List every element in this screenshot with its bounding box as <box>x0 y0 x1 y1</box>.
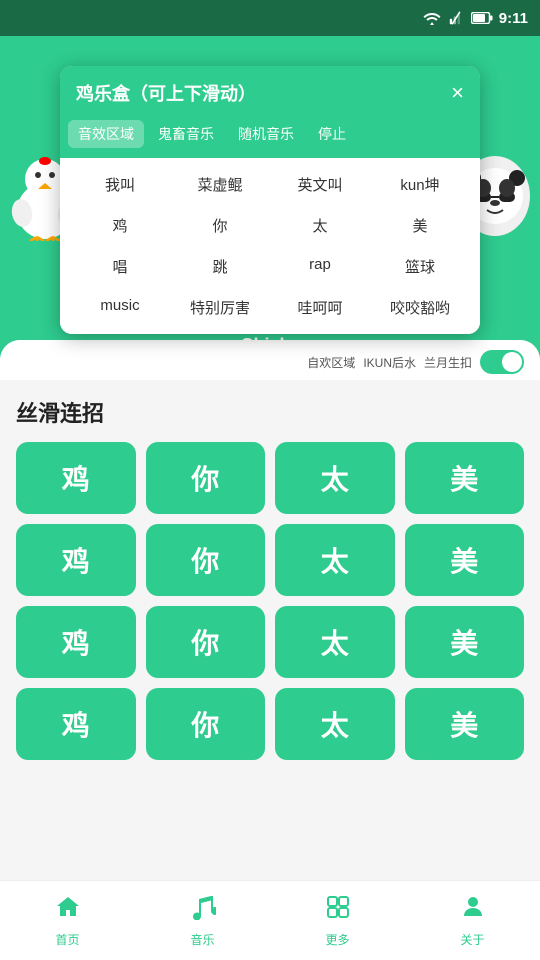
modal-tab-0[interactable]: 音效区域 <box>68 120 144 148</box>
sound-item-1[interactable]: 菜虚鲲 <box>172 166 268 203</box>
modal-title: 鸡乐盒（可上下滑动） <box>76 80 256 106</box>
sound-item-0[interactable]: 我叫 <box>72 166 168 203</box>
sound-item-7[interactable]: 美 <box>372 207 468 244</box>
sound-item-12[interactable]: music <box>72 289 168 326</box>
modal-tab-1[interactable]: 鬼畜音乐 <box>148 120 224 148</box>
battery-icon <box>471 12 493 24</box>
modal-tab-2[interactable]: 随机音乐 <box>228 120 304 148</box>
sound-item-4[interactable]: 鸡 <box>72 207 168 244</box>
sound-item-13[interactable]: 特别厉害 <box>172 289 268 326</box>
sound-item-8[interactable]: 唱 <box>72 248 168 285</box>
modal-tab-3[interactable]: 停止 <box>308 120 356 148</box>
sound-item-9[interactable]: 跳 <box>172 248 268 285</box>
signal-icon <box>447 11 465 25</box>
sound-item-5[interactable]: 你 <box>172 207 268 244</box>
sound-item-15[interactable]: 咬咬豁哟 <box>372 289 468 326</box>
modal-close-button[interactable]: × <box>451 82 464 104</box>
sound-item-11[interactable]: 篮球 <box>372 248 468 285</box>
status-icons: 9:11 <box>423 10 528 27</box>
modal-header: 鸡乐盒（可上下滑动） × <box>60 66 480 120</box>
sound-item-14[interactable]: 哇呵呵 <box>272 289 368 326</box>
sound-item-6[interactable]: 太 <box>272 207 368 244</box>
wifi-icon <box>423 11 441 25</box>
modal: 鸡乐盒（可上下滑动） × 音效区域鬼畜音乐随机音乐停止 我叫菜虚鲲英文叫kun坤… <box>60 66 480 334</box>
modal-tabs: 音效区域鬼畜音乐随机音乐停止 <box>60 120 480 158</box>
status-bar: 9:11 <box>0 0 540 36</box>
sound-item-2[interactable]: 英文叫 <box>272 166 368 203</box>
status-time: 9:11 <box>499 10 528 27</box>
sound-grid: 我叫菜虚鲲英文叫kun坤鸡你太美唱跳rap篮球 music特别厉害哇呵呵咬咬豁哟 <box>60 158 480 334</box>
sound-item-3[interactable]: kun坤 <box>372 166 468 203</box>
sound-item-10[interactable]: rap <box>272 248 368 285</box>
modal-overlay: 鸡乐盒（可上下滑动） × 音效区域鬼畜音乐随机音乐停止 我叫菜虚鲲英文叫kun坤… <box>0 36 540 960</box>
